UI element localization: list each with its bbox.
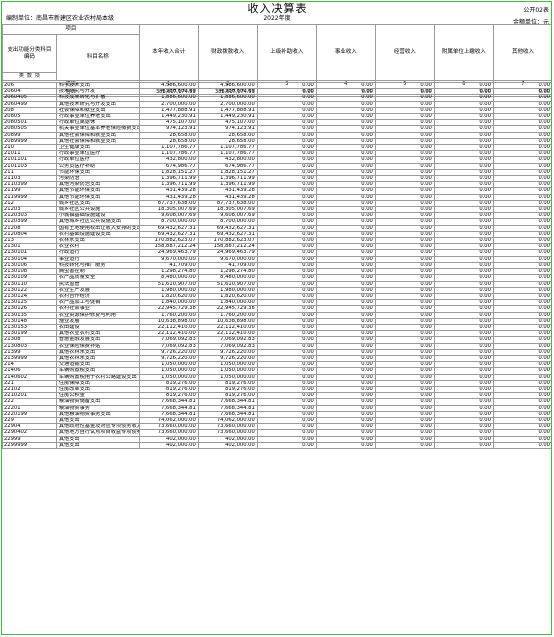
superior-subsidy: 0.00 <box>256 441 317 450</box>
table-row: 2299999 其他支出 402,000.00 402,000.00 0.00 0.00… <box>2 441 551 450</box>
report-frame: 收入决算表 公开02表 编制单位：南昌市新建区农业农村局本级 2022年度 金额… <box>1 1 552 635</box>
income-total: 402,000.00 <box>138 441 199 450</box>
subject-name: 国有土地使用权出让收入安排的支出 <box>55 224 140 232</box>
col-header-3: 上级补助收入 <box>256 24 317 81</box>
other-income: 0.00 <box>492 441 551 450</box>
col-header-1: 本年收入合计 <box>138 24 199 81</box>
subject-code: 2299999 <box>2 441 57 450</box>
subject-name: 其他支出 <box>55 441 140 450</box>
unit-label: 编制单位：南昌市新建区农业农村局本级 <box>6 15 115 22</box>
subject-name: 车辆购置税用于农村公路建设支出 <box>55 373 140 381</box>
affiliate-income: 0.00 <box>433 441 494 450</box>
subject-name-header: 科目名称 <box>55 34 140 81</box>
project-header: 项目 <box>2 24 140 35</box>
business-income: 0.00 <box>315 441 376 450</box>
level-headers: 类款项 <box>2 72 57 81</box>
col-header-7: 其他收入 <box>492 24 551 81</box>
subject-name: 其他地方自行试点项目收益专项债券收入安排的支出 <box>55 429 140 437</box>
level-class: 类 <box>18 73 24 80</box>
col-header-5: 经营收入 <box>374 24 435 81</box>
col-header-4: 事业收入 <box>315 24 376 81</box>
fiscal-income: 402,000.00 <box>197 441 258 450</box>
data-table: 206 科学技术支出 4,586,600.00 4,586,600.00 0.00 0.0… <box>2 81 551 450</box>
col-header-2: 财政拨款收入 <box>197 24 258 81</box>
level-section: 款 <box>26 73 32 80</box>
report-year: 2022年度 <box>263 15 291 22</box>
table-body: 206 科学技术支出 4,586,600.00 4,586,600.00 0.00 0.0… <box>2 81 551 450</box>
subject-name: 其他政府性基金及对应专项债务收入安排的支出 <box>55 423 140 431</box>
operating-income: 0.00 <box>374 441 435 450</box>
col-header-6: 附属单位上缴收入 <box>433 24 494 81</box>
form-number: 公开02表 <box>523 7 549 14</box>
func-class-header: 支出功能分类科目编码 <box>2 34 57 73</box>
level-item: 项 <box>34 73 40 80</box>
subject-name: 机关事业单位基本养老保险缴费支出 <box>55 125 140 133</box>
